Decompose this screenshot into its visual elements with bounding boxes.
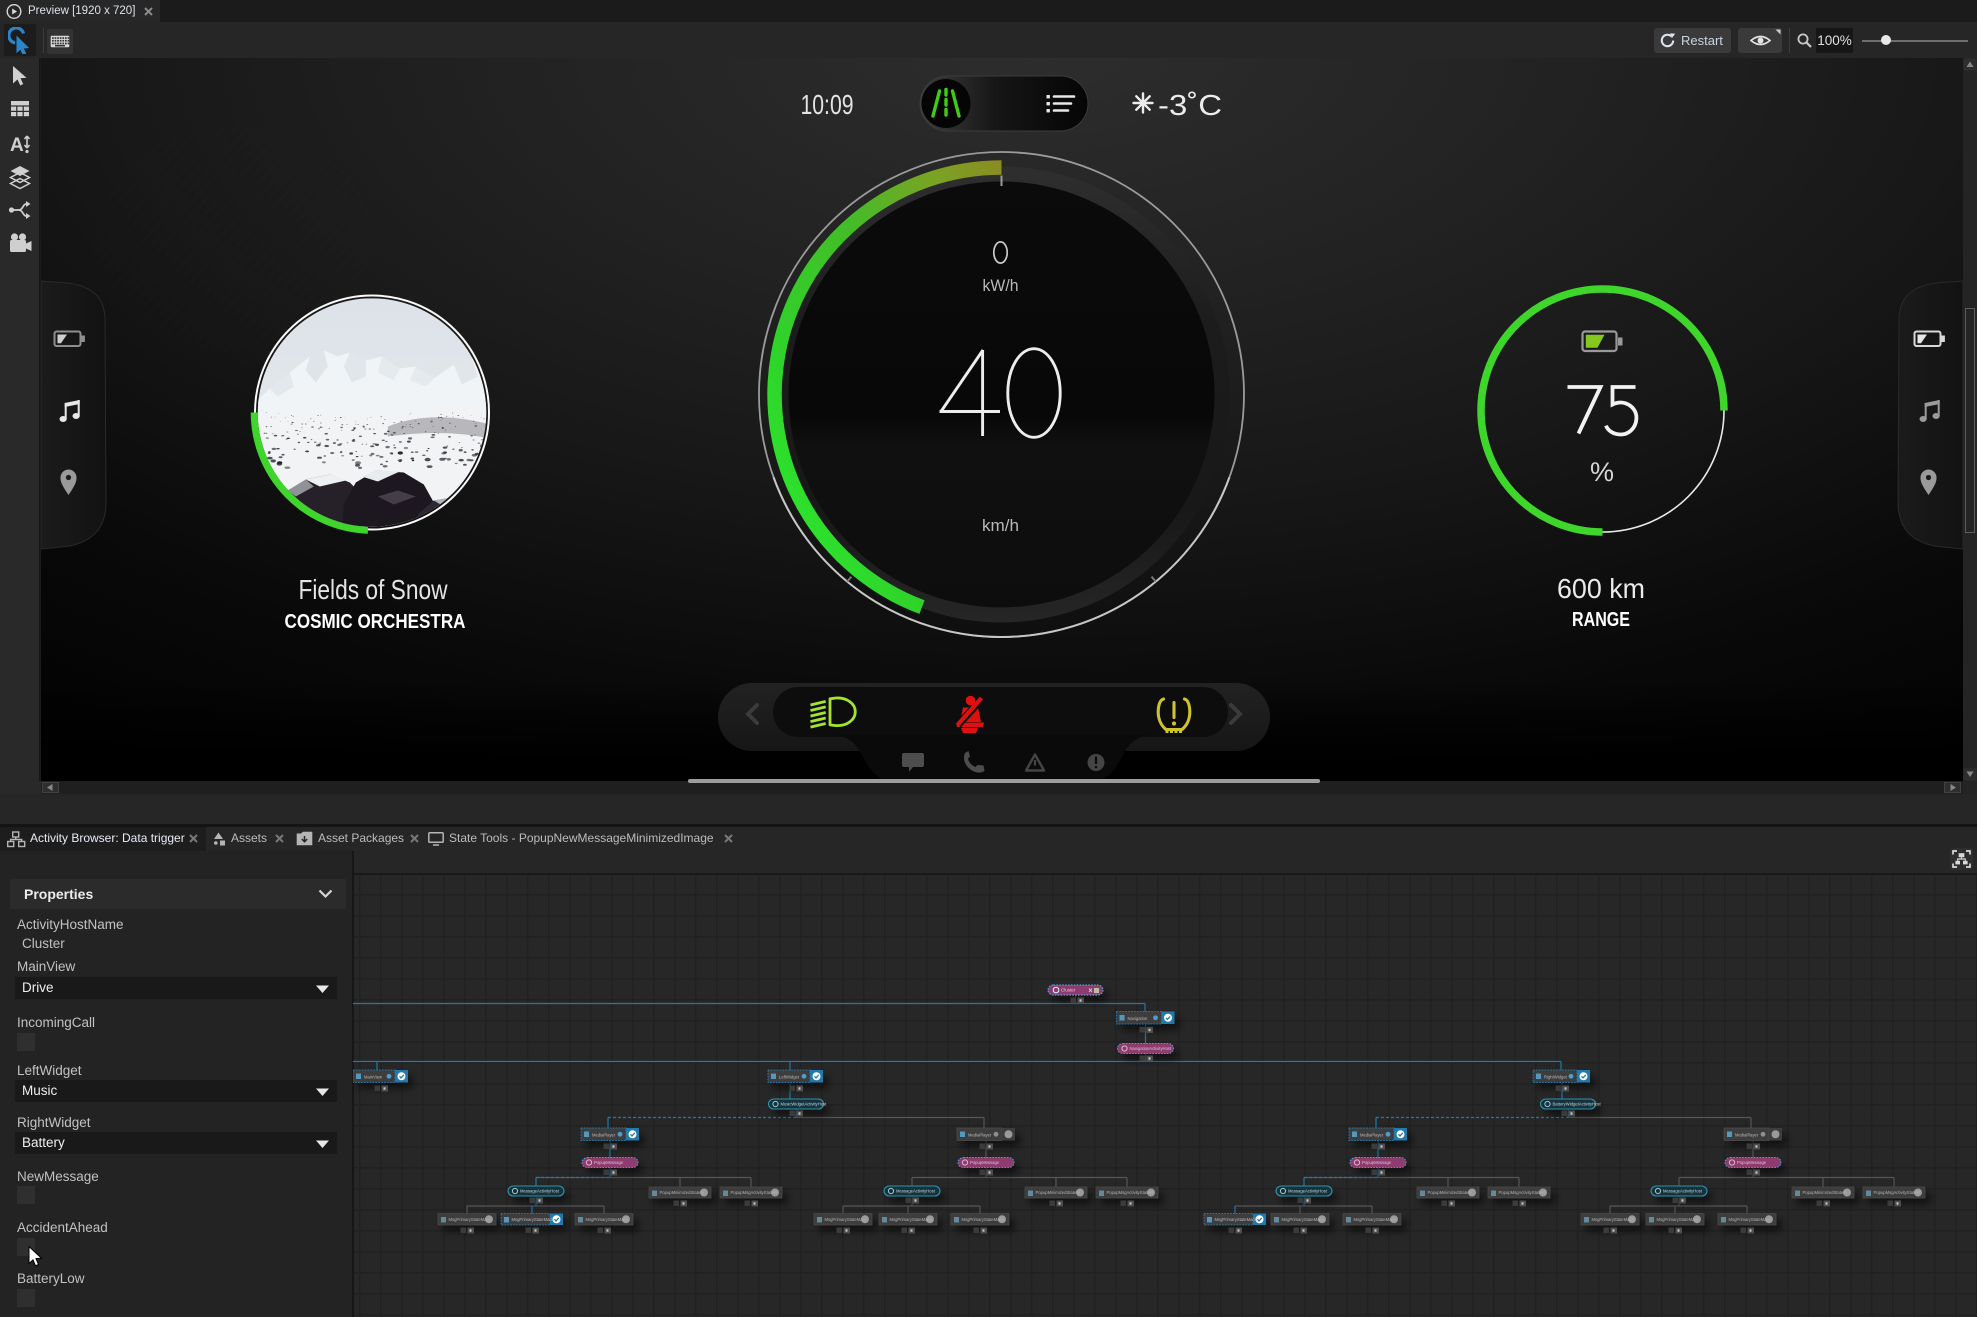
svg-text:%: % [1590, 457, 1614, 487]
svg-text:MsgPrimaryStateMach: MsgPrimaryStateMach [1729, 1217, 1772, 1222]
svg-text:RANGE: RANGE [1572, 609, 1630, 631]
svg-text:MsgPrimaryStateMach: MsgPrimaryStateMach [586, 1217, 629, 1222]
svg-text:MainView: MainView [364, 1075, 383, 1080]
svg-text:MsgPrimaryStateMach: MsgPrimaryStateMach [1354, 1217, 1397, 1222]
svg-text:MusicWidgetActivityHost: MusicWidgetActivityHost [781, 1102, 828, 1107]
svg-text:MsgPrimaryStateMach: MsgPrimaryStateMach [1215, 1217, 1258, 1222]
svg-text:kW/h: kW/h [983, 276, 1019, 295]
svg-text:COSMIC ORCHESTRA: COSMIC ORCHESTRA [285, 610, 466, 633]
svg-text:PopupMsgActivityStateM: PopupMsgActivityStateM [1499, 1190, 1546, 1195]
svg-text:MediaPlayer: MediaPlayer [1360, 1133, 1384, 1138]
svg-text:PopupMinimizedStateM: PopupMinimizedStateM [1428, 1190, 1473, 1195]
svg-text:MsgPrimaryStateMach: MsgPrimaryStateMach [890, 1217, 933, 1222]
svg-text:MediaPlayer: MediaPlayer [592, 1133, 616, 1138]
svg-text:600 km: 600 km [1557, 573, 1645, 604]
svg-text:MessageActivityHost: MessageActivityHost [520, 1189, 560, 1194]
svg-text:MsgPrimaryStateMach: MsgPrimaryStateMach [449, 1217, 492, 1222]
svg-text:MediaPlayer: MediaPlayer [968, 1133, 992, 1138]
svg-text:PopupMessage: PopupMessage [594, 1160, 624, 1165]
svg-text:10:09: 10:09 [801, 89, 854, 120]
svg-text:MsgPrimaryStateMach: MsgPrimaryStateMach [962, 1217, 1005, 1222]
svg-text:MessageActivityHost: MessageActivityHost [1288, 1189, 1328, 1194]
svg-text:PopupMessage: PopupMessage [970, 1160, 1000, 1165]
svg-text:-3˚C: -3˚C [1158, 90, 1222, 122]
svg-text:PopupMsgActivityStateM: PopupMsgActivityStateM [1874, 1190, 1921, 1195]
svg-text:km/h: km/h [982, 516, 1019, 535]
svg-text:Fields of Snow: Fields of Snow [299, 574, 449, 605]
svg-text:MsgPrimaryStateMach: MsgPrimaryStateMach [1282, 1217, 1325, 1222]
svg-text:MsgPrimaryStateMach: MsgPrimaryStateMach [1657, 1217, 1700, 1222]
svg-text:MsgPrimaryStateMach: MsgPrimaryStateMach [512, 1217, 555, 1222]
svg-text:PopupMsgActivityStateM: PopupMsgActivityStateM [731, 1190, 778, 1195]
svg-text:RightWidget: RightWidget [1544, 1075, 1568, 1080]
svg-text:PopupMinimizedStateM: PopupMinimizedStateM [660, 1190, 705, 1195]
svg-text:PopupMessage: PopupMessage [1737, 1160, 1767, 1165]
svg-text:MessageActivityHost: MessageActivityHost [896, 1189, 936, 1194]
svg-text:MsgPrimaryStateMach: MsgPrimaryStateMach [825, 1217, 868, 1222]
svg-text:NavigationActivityHost: NavigationActivityHost [1130, 1046, 1172, 1051]
svg-text:MessageActivityHost: MessageActivityHost [1663, 1189, 1703, 1194]
svg-text:A: A [10, 135, 24, 156]
svg-text:Cluster: Cluster [1061, 988, 1076, 993]
svg-text:MsgPrimaryStateMach: MsgPrimaryStateMach [1592, 1217, 1635, 1222]
svg-text:PopupMinimizedStateM: PopupMinimizedStateM [1803, 1190, 1848, 1195]
svg-text:Navigation: Navigation [1128, 1016, 1148, 1021]
svg-text:MediaPlayer: MediaPlayer [1735, 1133, 1759, 1138]
svg-text:PopupMinimizedStateM: PopupMinimizedStateM [1036, 1190, 1081, 1195]
svg-text:PopupMsgActivityStateM: PopupMsgActivityStateM [1107, 1190, 1154, 1195]
svg-text:PopupMessage: PopupMessage [1362, 1160, 1392, 1165]
svg-text:BatteryWidgetActivityHost: BatteryWidgetActivityHost [1553, 1102, 1602, 1107]
svg-text:LeftWidget: LeftWidget [779, 1075, 800, 1080]
